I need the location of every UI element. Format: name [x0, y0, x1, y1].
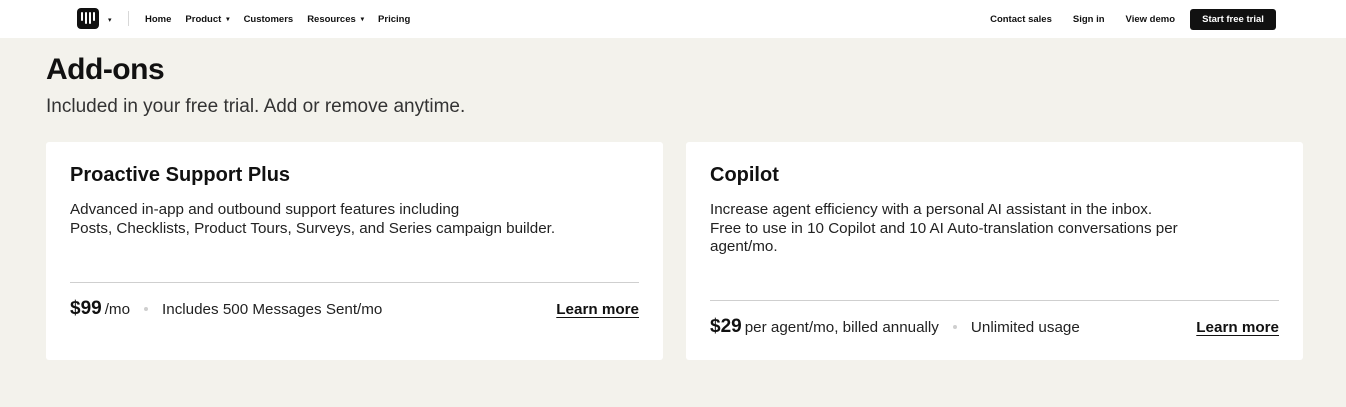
nav-right-links: Contact sales Sign in View demo Start fr… [990, 0, 1276, 38]
price-amount: $29 [710, 316, 742, 337]
card-description: Increase agent efficiency with a persona… [710, 201, 1178, 255]
view-demo-link[interactable]: View demo [1126, 14, 1175, 25]
price-detail: Includes 500 Messages Sent/mo [162, 301, 383, 318]
addon-card-copilot: Copilot Increase agent efficiency with a… [686, 142, 1303, 360]
card-description: Advanced in-app and outbound support fea… [70, 201, 556, 237]
card-title: Proactive Support Plus [70, 164, 291, 186]
chevron-down-icon: ▾ [226, 16, 230, 23]
page-title: Add-ons [46, 53, 165, 86]
start-free-trial-button[interactable]: Start free trial [1190, 8, 1276, 30]
card-title: Copilot [710, 164, 779, 186]
nav-link-customers[interactable]: Customers [244, 14, 294, 25]
page-subtitle: Included in your free trial. Add or remo… [46, 96, 466, 117]
top-nav: ▾ Home Product ▾ Customers Resources ▾ P… [0, 0, 1346, 38]
card-divider [710, 300, 1279, 301]
contact-sales-link[interactable]: Contact sales [990, 14, 1052, 25]
separator-dot [144, 307, 149, 311]
price-amount: $99 [70, 298, 102, 319]
price-unit: /mo [104, 301, 131, 318]
nav-link-home[interactable]: Home [145, 14, 171, 25]
separator-dot [952, 325, 957, 329]
price-detail: Unlimited usage [970, 319, 1080, 336]
nav-left-links: Home Product ▾ Customers Resources ▾ Pri… [145, 0, 410, 38]
card-divider [70, 282, 639, 283]
nav-link-resources[interactable]: Resources ▾ [307, 14, 364, 25]
nav-divider [128, 11, 129, 26]
nav-link-pricing[interactable]: Pricing [378, 14, 410, 25]
price-unit: per agent/mo, billed annually [744, 319, 939, 336]
addon-card-proactive-support: Proactive Support Plus Advanced in-app a… [46, 142, 663, 360]
intercom-logo-icon[interactable] [77, 8, 99, 29]
chevron-down-icon[interactable]: ▾ [108, 16, 112, 24]
chevron-down-icon: ▾ [360, 16, 365, 23]
learn-more-link[interactable]: Learn more [556, 301, 639, 318]
price-row: $99 /mo Includes 500 Messages Sent/mo Le… [70, 298, 639, 320]
sign-in-link[interactable]: Sign in [1073, 14, 1105, 25]
nav-link-product[interactable]: Product ▾ [185, 14, 229, 25]
price-row: $29 per agent/mo, billed annually Unlimi… [710, 316, 1279, 338]
learn-more-link[interactable]: Learn more [1196, 319, 1279, 336]
